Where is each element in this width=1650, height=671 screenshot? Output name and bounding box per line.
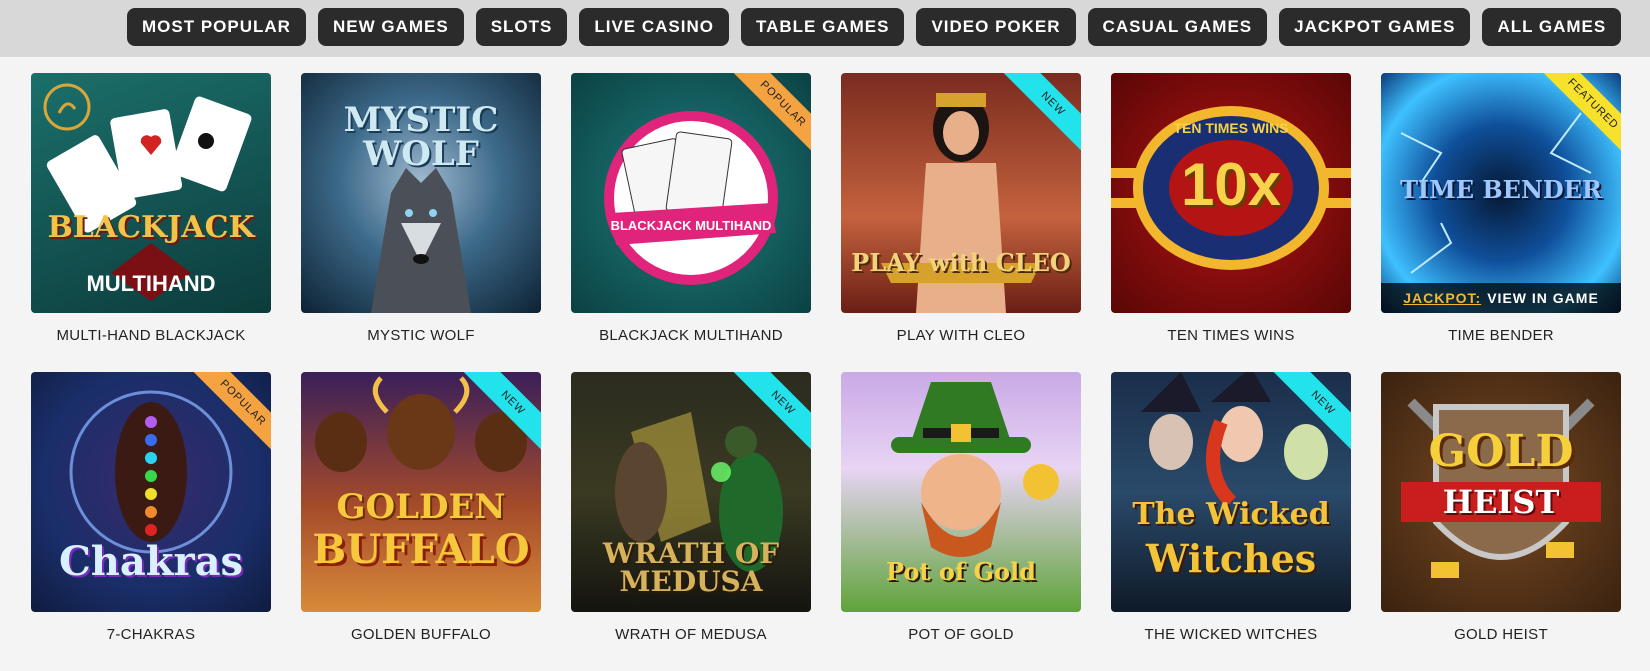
- tab-slots[interactable]: SLOTS: [475, 8, 568, 46]
- game-art-subtitle: BUFFALO: [312, 526, 530, 573]
- game-thumbnail[interactable]: PLAY with CLEO NEW: [841, 73, 1081, 313]
- game-title[interactable]: MULTI-HAND BLACKJACK: [31, 327, 271, 344]
- game-thumbnail[interactable]: Pot of Gold: [841, 372, 1081, 612]
- tab-video-poker[interactable]: VIDEO POKER: [916, 8, 1076, 46]
- game-title[interactable]: TIME BENDER: [1381, 327, 1621, 344]
- game-card-gold-heist[interactable]: GOLD HEIST GOLD HEIST: [1381, 372, 1621, 671]
- game-art-subtitle: TEN TIMES WINS: [1173, 120, 1289, 136]
- game-title[interactable]: BLACKJACK MULTIHAND: [571, 327, 811, 344]
- tab-table-games[interactable]: TABLE GAMES: [740, 8, 905, 46]
- game-art-title: PLAY with CLEO: [851, 248, 1071, 277]
- game-card-golden-buffalo[interactable]: GOLDEN BUFFALO NEW GOLDEN BUFFALO: [301, 372, 541, 671]
- game-card-ten-times-wins[interactable]: 10x TEN TIMES WINS TEN TIMES WINS: [1111, 73, 1351, 372]
- game-title[interactable]: GOLDEN BUFFALO: [301, 626, 541, 643]
- jackpot-value[interactable]: VIEW IN GAME: [1487, 290, 1599, 306]
- game-art-title: MYSTIC WOLF: [343, 100, 499, 174]
- game-title[interactable]: MYSTIC WOLF: [301, 327, 541, 344]
- game-card-multi-hand-blackjack[interactable]: BLACKJACK MULTIHAND MULTI-HAND BLACKJACK: [31, 73, 271, 372]
- game-art-title: Chakras: [58, 538, 244, 585]
- game-card-7-chakras[interactable]: Chakras POPULAR 7-CHAKRAS: [31, 372, 271, 671]
- game-art-title: GOLDEN: [336, 487, 506, 527]
- game-card-time-bender[interactable]: TIME BENDER FEATURED JACKPOT: VIEW IN GA…: [1381, 73, 1621, 372]
- game-title[interactable]: WRATH OF MEDUSA: [571, 626, 811, 643]
- jackpot-bar[interactable]: JACKPOT: VIEW IN GAME: [1381, 283, 1621, 313]
- game-card-play-with-cleo[interactable]: PLAY with CLEO NEW PLAY WITH CLEO: [841, 73, 1081, 372]
- game-title[interactable]: PLAY WITH CLEO: [841, 327, 1081, 344]
- game-title[interactable]: GOLD HEIST: [1381, 626, 1621, 643]
- game-card-pot-of-gold[interactable]: Pot of Gold POT OF GOLD: [841, 372, 1081, 671]
- game-thumbnail[interactable]: MYSTIC WOLF: [301, 73, 541, 313]
- tab-all-games[interactable]: ALL GAMES: [1482, 8, 1622, 46]
- game-title[interactable]: POT OF GOLD: [841, 626, 1081, 643]
- game-thumbnail[interactable]: BLACKJACK MULTIHAND: [31, 73, 271, 313]
- game-art-title: TIME BENDER: [1400, 175, 1602, 204]
- game-thumbnail[interactable]: The Wicked Witches NEW: [1111, 372, 1351, 612]
- game-art-title: BLACKJACK: [47, 210, 255, 245]
- tab-new-games[interactable]: NEW GAMES: [317, 8, 464, 46]
- game-art-title: The Wicked: [1132, 497, 1330, 532]
- game-art-subtitle: HEIST: [1442, 483, 1560, 521]
- tab-live-casino[interactable]: LIVE CASINO: [579, 8, 729, 46]
- game-card-the-wicked-witches[interactable]: The Wicked Witches NEW THE WICKED WITCHE…: [1111, 372, 1351, 671]
- game-art-title: Pot of Gold: [886, 557, 1036, 586]
- game-thumbnail[interactable]: BLACKJACK MULTIHAND POPULAR: [571, 73, 811, 313]
- game-thumbnail[interactable]: TIME BENDER FEATURED JACKPOT: VIEW IN GA…: [1381, 73, 1621, 313]
- category-nav: MOST POPULAR NEW GAMES SLOTS LIVE CASINO…: [127, 8, 1622, 46]
- game-grid: BLACKJACK MULTIHAND MULTI-HAND BLACKJACK…: [31, 73, 1621, 671]
- game-title[interactable]: TEN TIMES WINS: [1111, 327, 1351, 344]
- game-thumbnail[interactable]: 10x TEN TIMES WINS: [1111, 73, 1351, 313]
- game-art-subtitle: Witches: [1145, 536, 1317, 581]
- game-art-title: 10x: [1180, 151, 1282, 218]
- game-title[interactable]: THE WICKED WITCHES: [1111, 626, 1351, 643]
- tab-casual-games[interactable]: CASUAL GAMES: [1087, 8, 1268, 46]
- game-thumbnail[interactable]: GOLDEN BUFFALO NEW: [301, 372, 541, 612]
- tab-jackpot-games[interactable]: JACKPOT GAMES: [1279, 8, 1471, 46]
- game-thumbnail[interactable]: GOLD HEIST: [1381, 372, 1621, 612]
- game-art-title: WRATH OF MEDUSA: [602, 537, 780, 598]
- jackpot-label: JACKPOT:: [1403, 290, 1482, 306]
- category-bar: MOST POPULAR NEW GAMES SLOTS LIVE CASINO…: [0, 0, 1650, 57]
- game-card-mystic-wolf[interactable]: MYSTIC WOLF MYSTIC WOLF: [301, 73, 541, 372]
- game-thumbnail[interactable]: Chakras POPULAR: [31, 372, 271, 612]
- game-art-title: GOLD: [1428, 426, 1574, 477]
- game-art-subtitle: MULTIHAND: [86, 271, 216, 296]
- game-art-title: BLACKJACK MULTIHAND: [610, 218, 772, 233]
- game-title[interactable]: 7-CHAKRAS: [31, 626, 271, 643]
- game-thumbnail[interactable]: WRATH OF MEDUSA NEW: [571, 372, 811, 612]
- game-card-wrath-of-medusa[interactable]: WRATH OF MEDUSA NEW WRATH OF MEDUSA: [571, 372, 811, 671]
- game-card-blackjack-multihand[interactable]: BLACKJACK MULTIHAND POPULAR BLACKJACK MU…: [571, 73, 811, 372]
- tab-most-popular[interactable]: MOST POPULAR: [127, 8, 306, 46]
